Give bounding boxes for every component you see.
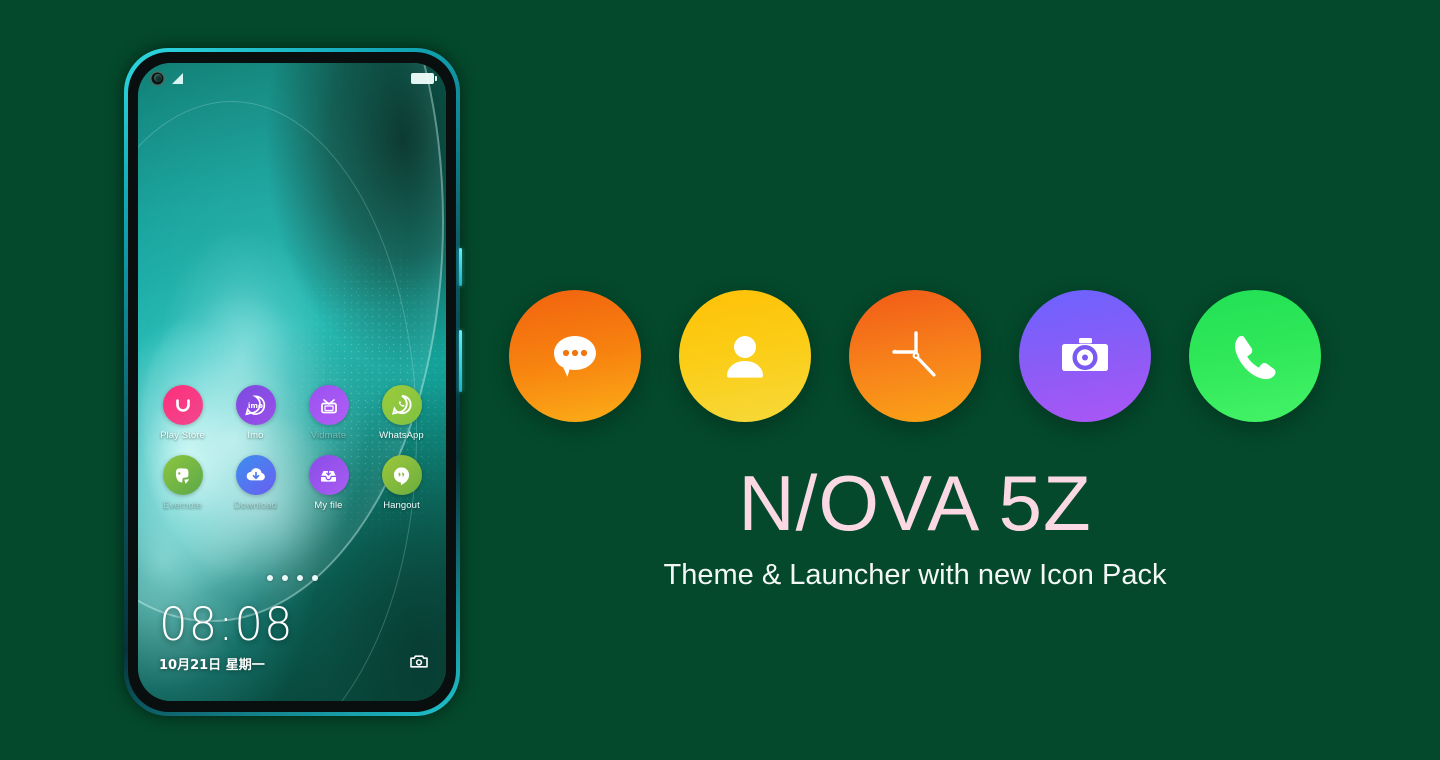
app-label: Hangout xyxy=(383,500,420,511)
hangout-icon xyxy=(381,455,422,495)
app-play-store[interactable]: Play Store xyxy=(146,385,219,441)
evernote-icon xyxy=(162,455,203,495)
download-icon xyxy=(235,455,276,495)
page-indicator[interactable] xyxy=(138,575,446,581)
signal-bars-icon xyxy=(172,72,183,84)
tv-icon xyxy=(308,385,349,425)
power-button[interactable] xyxy=(459,248,462,286)
phone-body: Play Store imo Imo Vidmate WhatsApp Ever… xyxy=(128,52,456,712)
lockscreen-clock: 08:08 10月21日 星期一 xyxy=(159,602,294,673)
promo-banner: Play Store imo Imo Vidmate WhatsApp Ever… xyxy=(0,0,1440,760)
page-dot xyxy=(266,575,273,581)
whatsapp-icon xyxy=(381,385,422,425)
promo-content: N/OVA 5Z Theme & Launcher with new Icon … xyxy=(500,290,1330,592)
app-label: My file xyxy=(314,500,343,511)
status-bar xyxy=(138,63,446,93)
clock-time: 08:08 xyxy=(159,598,294,651)
page-dot xyxy=(311,575,318,581)
page-title: N/OVA 5Z xyxy=(738,459,1092,547)
app-imo[interactable]: imo Imo xyxy=(219,385,292,441)
app-vidmate[interactable]: Vidmate xyxy=(292,385,365,441)
page-subtitle: Theme & Launcher with new Icon Pack xyxy=(663,559,1167,591)
app-label: Download xyxy=(233,500,278,511)
camera-shortcut-icon[interactable] xyxy=(410,654,428,669)
app-label: Imo xyxy=(247,430,264,441)
app-evernote[interactable]: Evernote xyxy=(146,455,219,511)
app-grid: Play Store imo Imo Vidmate WhatsApp Ever… xyxy=(138,385,446,511)
clock-icon[interactable] xyxy=(849,290,981,422)
volume-button[interactable] xyxy=(459,330,462,392)
svg-text:imo: imo xyxy=(248,401,263,410)
app-label: WhatsApp xyxy=(379,430,424,441)
page-dot xyxy=(296,575,303,581)
imo-icon: imo xyxy=(235,385,276,425)
app-whatsapp[interactable]: WhatsApp xyxy=(365,385,438,441)
icon-showcase-row xyxy=(500,290,1330,422)
app-my-file[interactable]: My file xyxy=(292,455,365,511)
app-hangout[interactable]: Hangout xyxy=(365,455,438,511)
page-dot xyxy=(281,575,288,581)
app-label: Vidmate xyxy=(310,430,347,441)
clock-date: 10月21日 星期一 xyxy=(159,658,265,673)
play-store-icon xyxy=(162,385,203,425)
app-download[interactable]: Download xyxy=(219,455,292,511)
phone-icon[interactable] xyxy=(1189,290,1321,422)
battery-icon xyxy=(411,72,437,84)
camera-icon[interactable] xyxy=(1019,290,1151,422)
contacts-icon[interactable] xyxy=(679,290,811,422)
app-label: Evernote xyxy=(163,500,202,511)
app-label: Play Store xyxy=(160,430,205,441)
my-file-icon xyxy=(308,455,349,495)
phone-mockup: Play Store imo Imo Vidmate WhatsApp Ever… xyxy=(124,48,462,716)
phone-screen: Play Store imo Imo Vidmate WhatsApp Ever… xyxy=(138,63,446,701)
messages-icon[interactable] xyxy=(509,290,641,422)
front-camera-icon xyxy=(150,70,165,86)
